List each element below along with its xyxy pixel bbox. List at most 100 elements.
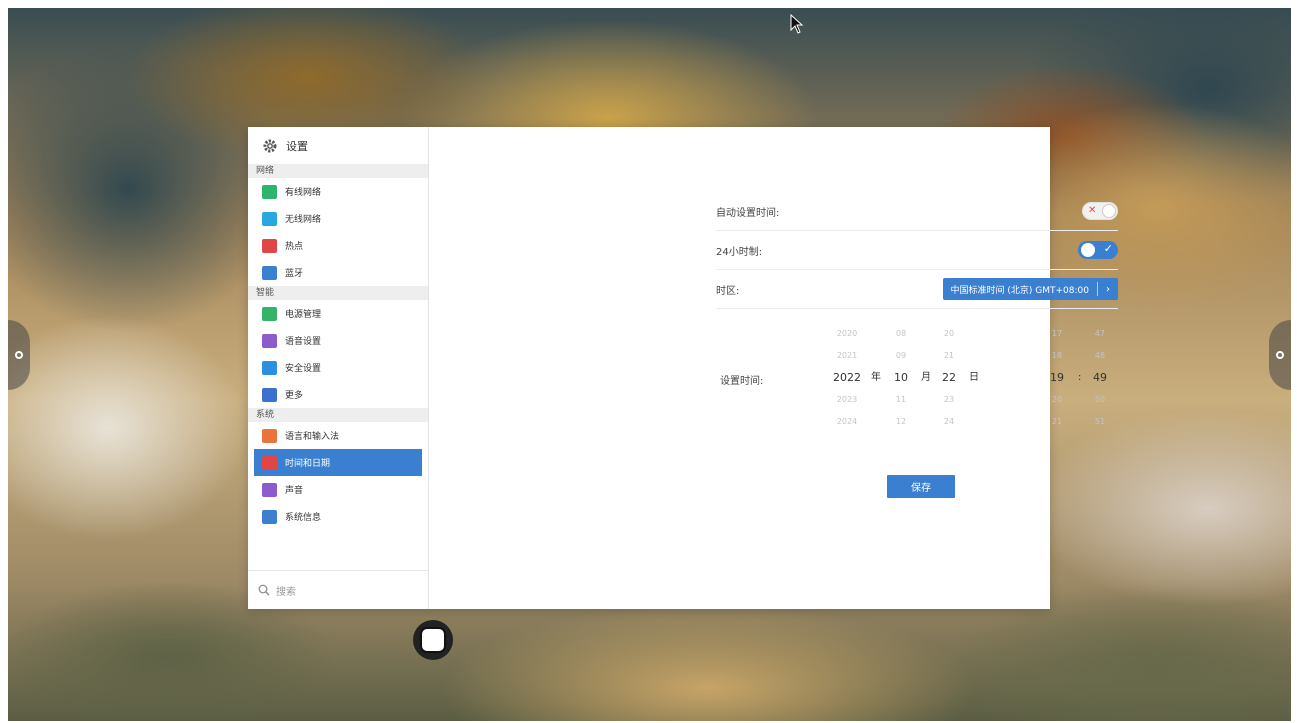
sidebar-item[interactable]: 系统信息 (248, 503, 428, 530)
hotspot-icon (262, 238, 277, 253)
day-unit: 日 (969, 372, 979, 383)
search-icon (258, 584, 270, 596)
hour24-row: 24小时制: ✓ (716, 231, 1118, 270)
month-option[interactable]: 12 (881, 411, 921, 433)
sidebar-item[interactable]: 时间和日期 (254, 449, 422, 476)
sidebar-item[interactable]: 电源管理 (248, 300, 428, 327)
wifi-icon (262, 211, 277, 226)
sidebar-item[interactable]: 语言和输入法 (248, 422, 428, 449)
hour-option[interactable]: 21 (1037, 411, 1077, 433)
hour-option[interactable]: 17 (1037, 323, 1077, 345)
year-option[interactable]: 2023 (827, 389, 867, 411)
day-option[interactable]: 23 (929, 389, 969, 411)
year-option[interactable]: 2022 (827, 367, 867, 389)
month-option[interactable]: 10 (881, 367, 921, 389)
gear-icon (263, 139, 277, 152)
hour24-toggle[interactable]: ✓ (1078, 241, 1118, 259)
left-handle-dot-icon (15, 351, 23, 359)
sound-icon (262, 482, 277, 497)
right-edge-handle[interactable] (1269, 320, 1291, 390)
section-label: 网络 (248, 164, 428, 178)
sidebar-item[interactable]: 语音设置 (248, 327, 428, 354)
day-option[interactable]: 24 (929, 411, 969, 433)
toggle-knob (1102, 204, 1116, 218)
month-option[interactable]: 08 (881, 323, 921, 345)
day-option[interactable]: 22 (929, 367, 969, 389)
mouse-cursor-icon (790, 14, 804, 34)
sidebar-item[interactable]: 无线网络 (248, 205, 428, 232)
day-option[interactable]: 21 (929, 345, 969, 367)
sidebar-item[interactable]: 安全设置 (248, 354, 428, 381)
sidebar-item[interactable]: 更多 (248, 381, 428, 408)
month-option[interactable]: 09 (881, 345, 921, 367)
calendar-icon (262, 455, 277, 470)
sidebar-item-label: 时间和日期 (285, 459, 331, 469)
year-option[interactable]: 2024 (827, 411, 867, 433)
auto-time-label: 自动设置时间: (716, 207, 780, 219)
checkmark-icon: ✓ (1103, 242, 1113, 255)
sidebar-item-label: 系统信息 (285, 513, 322, 523)
sidebar-item-label: 安全设置 (285, 364, 322, 374)
hour-option[interactable]: 20 (1037, 389, 1077, 411)
minute-option[interactable]: 51 (1080, 411, 1120, 433)
month-picker[interactable]: 08 09 10 11 12 (881, 323, 921, 433)
timezone-row: 时区: 中国标准时间 (北京) GMT+08:00 › (716, 270, 1118, 309)
sidebar-item-label: 更多 (285, 391, 304, 401)
sidebar-item-label: 蓝牙 (285, 269, 304, 279)
sidebar-item-label: 热点 (285, 242, 304, 252)
home-icon (420, 627, 446, 653)
settings-window: 设置 网络 有线网络无线网络热点蓝牙智能电源管理语音设置安全设置更多系统语言和输入… (248, 127, 1118, 609)
sidebar-item-label: 语言和输入法 (285, 432, 340, 442)
system-info-icon (262, 509, 277, 524)
year-option[interactable]: 2021 (827, 345, 867, 367)
right-handle-dot-icon (1276, 351, 1284, 359)
language-icon (262, 428, 277, 443)
year-option[interactable]: 2020 (827, 323, 867, 345)
hour-picker[interactable]: 17 18 19 20 21 (1037, 323, 1077, 433)
hour-option[interactable]: 19 (1037, 367, 1077, 389)
sidebar-item[interactable]: 蓝牙 (248, 259, 428, 286)
timezone-button[interactable]: 中国标准时间 (北京) GMT+08:00 › (942, 278, 1118, 300)
sidebar-list: 网络 有线网络无线网络热点蓝牙智能电源管理语音设置安全设置更多系统语言和输入法 时间… (248, 164, 428, 530)
hour-option[interactable]: 18 (1037, 345, 1077, 367)
settings-sidebar: 设置 网络 有线网络无线网络热点蓝牙智能电源管理语音设置安全设置更多系统语言和输入… (248, 127, 429, 609)
left-edge-handle[interactable] (8, 320, 30, 390)
year-picker[interactable]: 2020 2021 2022 2023 2024 (827, 323, 867, 433)
timezone-label: 时区: (716, 285, 740, 297)
auto-time-row: 自动设置时间: ✕ (716, 192, 1118, 231)
search-placeholder: 搜索 (276, 586, 296, 598)
sidebar-item-label: 无线网络 (285, 215, 322, 225)
minute-option[interactable]: 48 (1080, 345, 1120, 367)
power-icon (262, 306, 277, 321)
bluetooth-icon (262, 265, 277, 280)
sidebar-item[interactable]: 有线网络 (248, 178, 428, 205)
sidebar-item[interactable]: 声音 (248, 476, 428, 503)
sidebar-item-label: 声音 (285, 486, 304, 496)
toggle-off-x-icon: ✕ (1088, 205, 1097, 216)
minute-option[interactable]: 47 (1080, 323, 1120, 345)
day-picker[interactable]: 20 21 22 23 24 (929, 323, 969, 433)
minute-option[interactable]: 49 (1080, 367, 1120, 389)
sidebar-item-label: 语音设置 (285, 337, 322, 347)
section-label: 系统 (248, 408, 428, 422)
sidebar-search[interactable]: 搜索 (248, 570, 428, 609)
wired-network-icon (262, 184, 277, 199)
month-option[interactable]: 11 (881, 389, 921, 411)
save-button[interactable]: 保存 (887, 475, 955, 498)
sidebar-item-label: 电源管理 (285, 310, 322, 320)
chevron-right-icon: › (1106, 283, 1110, 295)
sidebar-header: 设置 (248, 127, 428, 164)
auto-time-toggle[interactable]: ✕ (1082, 202, 1118, 220)
settings-title: 设置 (286, 139, 308, 153)
hour24-label: 24小时制: (716, 246, 763, 258)
minute-picker[interactable]: 47 48 49 50 51 (1080, 323, 1120, 433)
year-unit: 年 (871, 372, 881, 383)
datetime-panel: 自动设置时间: ✕ 24小时制: ✓ 时区: 中国标准时间 (北京) GMT+0… (429, 127, 1118, 609)
sidebar-item[interactable]: 热点 (248, 232, 428, 259)
toggle-knob (1081, 243, 1095, 257)
security-icon (262, 360, 277, 375)
day-option[interactable]: 20 (929, 323, 969, 345)
minute-option[interactable]: 50 (1080, 389, 1120, 411)
section-label: 智能 (248, 286, 428, 300)
home-button[interactable] (413, 620, 453, 660)
